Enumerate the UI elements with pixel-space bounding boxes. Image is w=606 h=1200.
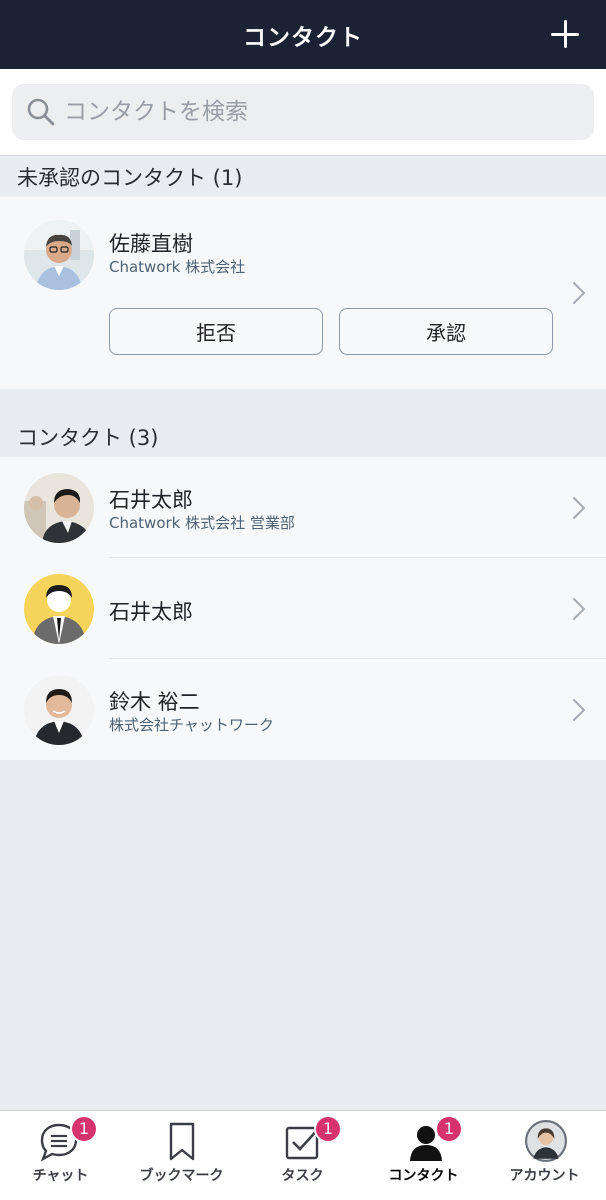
contact-name: 石井太郎: [109, 600, 193, 624]
avatar: [24, 220, 94, 290]
contacts-section-header: コンタクト (3): [0, 389, 606, 457]
tab-label: アカウント: [509, 1168, 580, 1184]
bookmark-icon: [169, 1122, 195, 1161]
contact-list-item[interactable]: 石井太郎: [0, 558, 606, 659]
contact-company: 株式会社チャットワーク: [109, 716, 274, 734]
tab-contact[interactable]: 1 コンタクト: [363, 1111, 484, 1200]
contact-badge: 1: [435, 1115, 463, 1143]
chevron-right-icon: [562, 698, 586, 722]
pending-section-title: 未承認のコンタクト (1): [17, 165, 243, 190]
tab-label: ブックマーク: [139, 1168, 224, 1184]
add-contact-button[interactable]: [548, 17, 582, 51]
contacts-section-title: コンタクト (3): [17, 426, 159, 450]
chat-badge: 1: [70, 1115, 98, 1143]
contact-list-item[interactable]: 石井太郎 Chatwork 株式会社 営業部: [0, 457, 606, 558]
tab-bookmark[interactable]: ブックマーク: [121, 1111, 242, 1200]
tab-task[interactable]: 1 タスク: [242, 1111, 363, 1200]
avatar: [24, 574, 94, 644]
task-badge: 1: [314, 1115, 342, 1143]
contact-company: Chatwork 株式会社 営業部: [109, 514, 295, 532]
chevron-right-icon: [562, 281, 586, 305]
pending-section-header: 未承認のコンタクト (1): [0, 156, 606, 197]
contact-list-item[interactable]: 鈴木 裕二 株式会社チャットワーク: [0, 659, 606, 760]
tab-account[interactable]: アカウント: [484, 1111, 605, 1200]
search-box[interactable]: [12, 84, 594, 140]
reject-button[interactable]: 拒否: [109, 308, 323, 355]
avatar: [24, 473, 94, 543]
page-title: コンタクト: [243, 24, 363, 51]
chevron-right-icon: [562, 597, 586, 621]
tab-bar: 1 チャット ブックマーク 1 タスク 1 コンタクト アカウント: [0, 1110, 606, 1200]
contact-name: 石井太郎: [109, 488, 193, 512]
tab-label: コンタクト: [388, 1168, 459, 1184]
tab-label: チャット: [32, 1168, 89, 1184]
contact-name: 佐藤直樹: [109, 232, 193, 256]
contact-company: Chatwork 株式会社: [109, 258, 246, 276]
search-bar: [0, 69, 606, 156]
search-input[interactable]: [64, 99, 564, 125]
chevron-right-icon: [562, 496, 586, 520]
account-avatar: [525, 1120, 567, 1162]
pending-contact-item[interactable]: 佐藤直樹 Chatwork 株式会社 拒否 承認: [0, 197, 606, 389]
app-header: コンタクト: [0, 0, 606, 69]
avatar: [24, 675, 94, 745]
tab-chat[interactable]: 1 チャット: [0, 1111, 121, 1200]
tab-label: タスク: [281, 1168, 324, 1184]
approve-button[interactable]: 承認: [339, 308, 553, 355]
contact-name: 鈴木 裕二: [109, 690, 200, 714]
search-icon: [27, 98, 55, 126]
